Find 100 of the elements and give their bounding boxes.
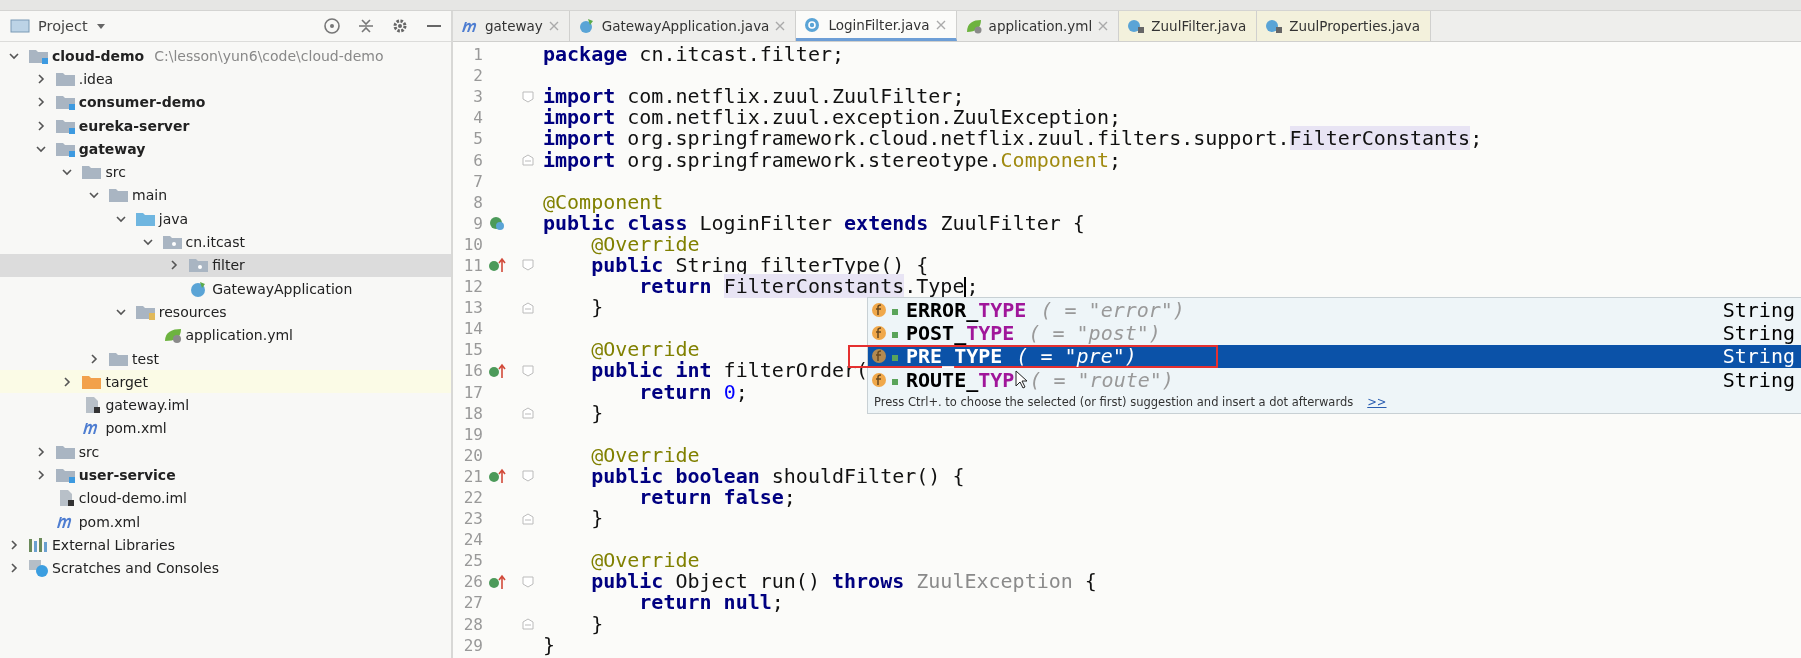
fold-marker-icon[interactable] [522,259,534,272]
tree-item[interactable]: filter [0,253,451,277]
line-number: 8 [472,192,483,212]
fold-marker-icon[interactable] [522,470,534,483]
code-line: import com.netflix.zuul.exception.ZuulException; [543,107,1121,129]
project-view-dropdown[interactable]: Project [6,16,110,36]
code-line: @Override [590,444,700,466]
scratches-icon [28,559,50,578]
close-icon[interactable] [935,19,946,30]
caret-icon [95,22,106,30]
completion-type: String [1722,297,1796,322]
tree-item[interactable]: test [0,346,451,371]
completion-name: ERROR_TYPE [906,297,1027,322]
override-marker-icon[interactable] [488,468,508,485]
fold-marker-icon[interactable] [522,154,534,166]
folder-icon [188,256,211,275]
tree-item-label: consumer-demo [78,94,206,111]
tree-item[interactable]: cn.itcast [0,230,451,254]
code-line: return 0; [639,381,748,403]
folder-icon [108,186,131,205]
tree-item[interactable]: target [0,370,451,394]
tree-item-label: src [78,443,100,460]
tree-item[interactable]: External Libraries [0,533,451,557]
override-marker-icon[interactable] [488,573,508,590]
editor-tab[interactable]: LoginFilter.java [796,11,957,41]
tree-item[interactable]: .idea [0,67,451,91]
code-line: public boolean shouldFilter() { [590,465,965,487]
completion-hint: Press Ctrl+. to choose the selected (or first) suggestion and insert a dot afterwards [874,395,1354,410]
tree-item-label: eureka-server [78,117,190,134]
line-number: 29 [462,635,483,655]
tree-item[interactable]: src [0,160,451,184]
line-number: 13 [462,298,483,318]
tree-item-label: GatewayApplication [212,280,353,297]
code-line: import org.springframework.stereotype.Component; [543,149,1121,171]
tree-item-label: target [105,373,148,390]
code-line: @Component [543,191,664,213]
completion-item[interactable]: ERROR_TYPE ( = "error") String [868,298,1801,322]
settings-icon[interactable] [391,17,409,35]
tree-item[interactable]: java [0,207,451,231]
fold-marker-icon[interactable] [522,90,534,103]
tree-item-label: user-service [78,467,176,483]
tree-item[interactable]: gateway.iml [0,393,451,417]
tree-item[interactable]: GatewayApplication [0,276,451,301]
line-number: 2 [472,66,483,86]
line-number: 10 [462,234,483,254]
folder-icon [161,233,184,251]
line-number: 21 [462,466,483,486]
tree-item-label: main [132,187,168,204]
line-number: 24 [462,530,483,550]
tree-item-label: resources [158,303,227,320]
tree-item[interactable]: eureka-server [0,113,451,138]
tree-item-label: gateway.iml [105,397,190,414]
completion-item[interactable]: POST_TYPE ( = "post") String [868,321,1801,345]
tree-item[interactable]: pom.xml [0,509,451,534]
completion-name: ROUTE_TYP [906,367,1015,392]
tree-item[interactable]: user-service [0,463,451,487]
editor-tab[interactable]: ZuulProperties.java [1257,11,1432,41]
tree-item[interactable]: gateway [0,137,451,161]
tree-item[interactable]: cloud-demo C:\lesson\yun6\code\cloud-demo [0,44,451,68]
line-number: 15 [462,340,483,360]
tree-item[interactable]: application.yml [0,323,451,347]
fold-marker-icon[interactable] [522,512,534,525]
tree-item-label: filter [212,257,245,274]
tree-item[interactable]: cloud-demo.iml [0,486,451,510]
code-line: } [543,634,556,656]
code-line: @Override [590,550,700,572]
line-number: 4 [472,108,483,128]
override-marker-icon[interactable] [488,257,508,274]
editor-tab[interactable]: ZuulFilter.java [1119,11,1258,41]
tree-item-label: application.yml [185,327,293,344]
tree-item-label: java [158,210,189,227]
code-line: @Override [591,233,700,255]
fold-marker-icon[interactable] [522,407,534,420]
tree-item-label: test [132,350,159,367]
chevron-right-icon[interactable] [8,562,20,575]
fold-marker-icon[interactable] [522,575,534,588]
override-marker-icon[interactable] [488,362,508,379]
chevron-down-icon[interactable] [141,236,154,248]
more-link[interactable]: >> [1367,395,1387,410]
fold-marker-icon[interactable] [522,364,534,377]
line-number: 6 [472,150,483,170]
tree-item-label: gateway [78,140,146,157]
tree-item[interactable]: consumer-demo [0,90,451,114]
line-number: 17 [462,382,483,402]
fold-marker-icon[interactable] [522,618,534,631]
tree-item-label: cloud-demo [52,47,145,64]
tree-item[interactable]: src [0,440,451,464]
collapse-all-icon[interactable] [357,17,375,35]
completion-item[interactable]: ROUTE_TYP ( = "route") String [868,367,1801,392]
tree-item[interactable]: main [0,183,451,208]
leaf-file-icon [964,18,983,34]
tree-item[interactable]: resources [0,300,451,324]
tree-item[interactable]: Scratches and Consoles [0,556,451,580]
completion-type: String [1722,367,1796,392]
locate-icon[interactable] [323,17,341,35]
fold-marker-icon[interactable] [522,301,534,314]
code-line: } [590,297,604,319]
line-number: 3 [472,87,483,107]
chevron-right-icon[interactable] [8,538,20,551]
tree-item[interactable]: pom.xml [0,416,451,441]
